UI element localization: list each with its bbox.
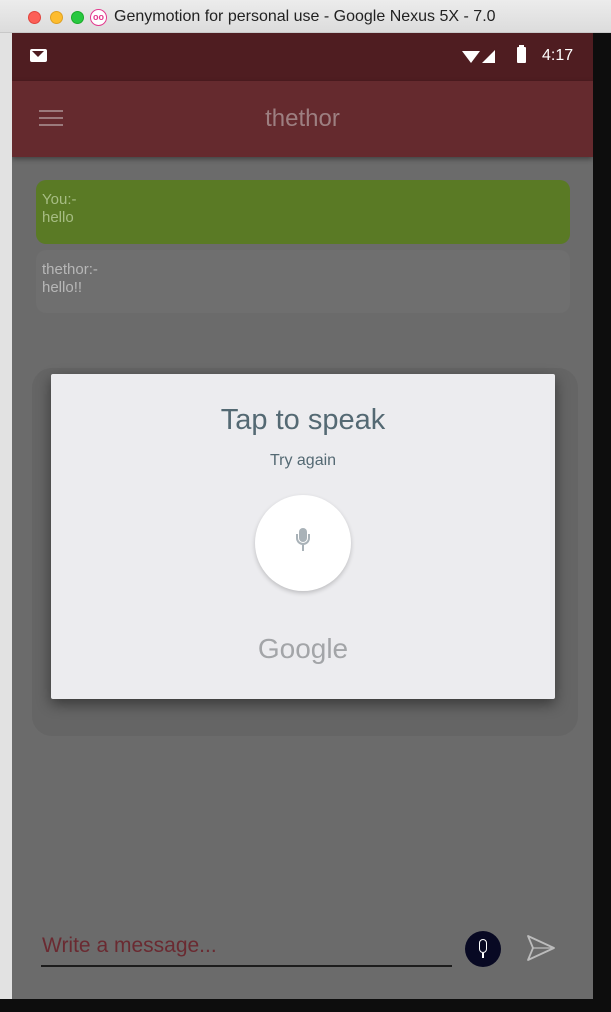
message-sender: thethor:- — [42, 261, 98, 278]
minimize-window-button[interactable] — [50, 11, 63, 24]
message-text: hello!! — [42, 279, 83, 296]
window-bottom-edge — [0, 999, 611, 1012]
signal-icon — [482, 50, 495, 63]
device-screen: 4:17 thethor You:- hello thethor:- hello… — [12, 33, 593, 999]
dialog-title: Tap to speak — [220, 404, 386, 436]
voice-input-dialog: Tap to speak Try again Google — [51, 374, 555, 699]
genymotion-logo-icon: oo — [90, 9, 107, 26]
voice-input-button[interactable] — [465, 931, 501, 967]
send-button[interactable] — [523, 933, 559, 965]
app-toolbar: thethor — [12, 81, 593, 157]
wifi-icon — [462, 51, 480, 63]
status-bar: 4:17 — [12, 33, 593, 81]
zoom-window-button[interactable] — [71, 11, 84, 24]
battery-charging-icon — [517, 45, 526, 63]
dialog-subtitle[interactable]: Try again — [51, 452, 555, 470]
message-bubble-user: You:- hello — [36, 180, 570, 244]
app-title: thethor — [265, 105, 340, 132]
message-text: hello — [42, 209, 74, 226]
message-input[interactable] — [41, 927, 452, 967]
microphone-icon — [479, 939, 487, 953]
send-icon — [527, 935, 555, 961]
window-titlebar: oo Genymotion for personal use - Google … — [0, 0, 611, 33]
message-bubble-bot: thethor:- hello!! — [36, 250, 570, 313]
status-clock: 4:17 — [542, 47, 574, 64]
message-sender: You:- — [42, 191, 77, 208]
gmail-icon — [30, 49, 47, 62]
google-logo: Google — [257, 633, 349, 664]
tap-to-speak-button[interactable] — [255, 495, 351, 591]
close-window-button[interactable] — [28, 11, 41, 24]
window-right-edge — [593, 33, 611, 1012]
window-title: Genymotion for personal use - Google Nex… — [114, 8, 496, 25]
window-left-edge — [0, 33, 12, 1012]
